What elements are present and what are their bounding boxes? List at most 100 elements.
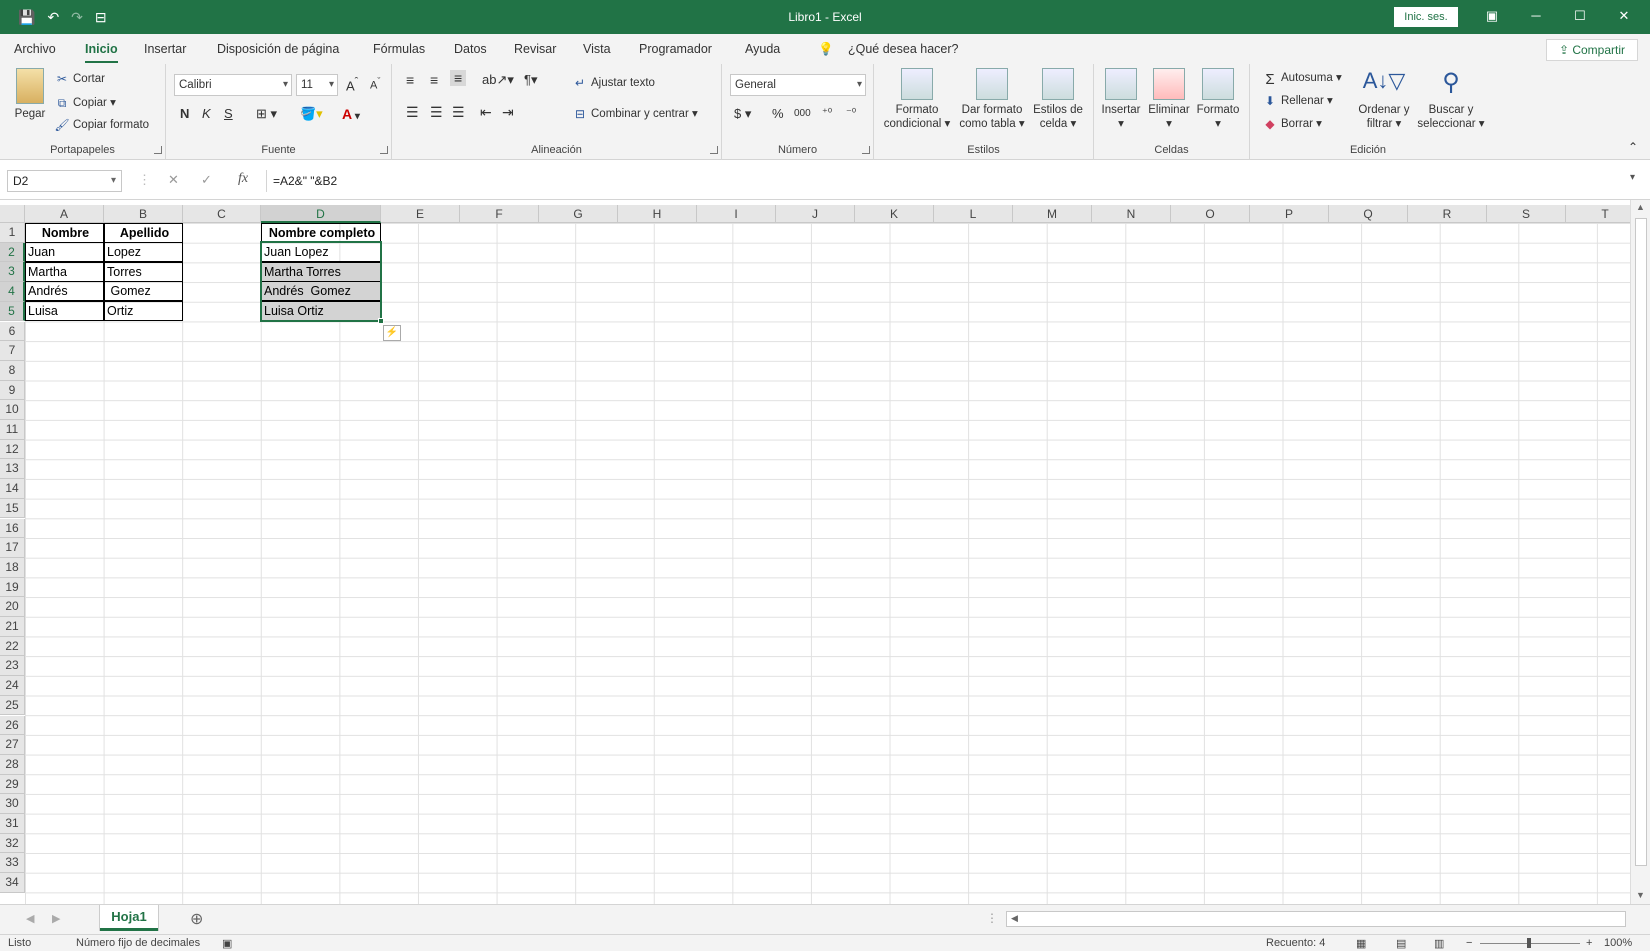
- borders-icon[interactable]: ⊞ ▾: [256, 106, 277, 122]
- row-header-27[interactable]: 27: [0, 735, 25, 755]
- maximize-icon[interactable]: ☐: [1558, 6, 1602, 26]
- column-header-a[interactable]: A: [25, 205, 104, 223]
- delete-cells-button[interactable]: Eliminar ▾: [1146, 68, 1192, 130]
- row-header-17[interactable]: 17: [0, 538, 25, 558]
- column-header-b[interactable]: B: [104, 205, 183, 223]
- tab-disposicion[interactable]: Disposición de página: [217, 42, 339, 56]
- row-header-32[interactable]: 32: [0, 833, 25, 854]
- autosum-button[interactable]: Σ Autosuma ▾: [1262, 70, 1341, 88]
- column-header-e[interactable]: E: [381, 205, 460, 223]
- align-bottom-icon[interactable]: ≡: [450, 70, 467, 86]
- cell-D1[interactable]: Nombre completo: [261, 223, 381, 243]
- close-icon[interactable]: ✕: [1602, 6, 1646, 26]
- row-header-7[interactable]: 7: [0, 341, 25, 361]
- merge-center-button[interactable]: ⊟ Combinar y centrar ▾: [572, 106, 698, 121]
- column-header-q[interactable]: Q: [1329, 205, 1408, 223]
- grow-font-icon[interactable]: Aˆ: [346, 76, 358, 93]
- dialog-launcher-icon[interactable]: [380, 146, 388, 154]
- row-header-5[interactable]: 5: [0, 301, 25, 322]
- font-color-icon[interactable]: A ▾: [342, 106, 360, 122]
- row-header-24[interactable]: 24: [0, 676, 25, 696]
- row-header-19[interactable]: 19: [0, 577, 25, 598]
- sign-in-button[interactable]: Inic. ses.: [1394, 7, 1458, 27]
- select-all-corner[interactable]: [0, 205, 25, 223]
- conditional-format-button[interactable]: Formato condicional ▾: [880, 68, 954, 130]
- font-name-select[interactable]: Calibri: [174, 74, 292, 96]
- collapse-ribbon-icon[interactable]: ⌃: [1628, 140, 1638, 154]
- minimize-icon[interactable]: ─: [1514, 6, 1558, 26]
- name-box[interactable]: D2: [7, 170, 122, 192]
- tab-formulas[interactable]: Fórmulas: [373, 42, 425, 56]
- row-header-2[interactable]: 2: [0, 242, 25, 263]
- sort-filter-button[interactable]: A↓▽ Ordenar y filtrar ▾: [1354, 68, 1414, 130]
- split-handle-icon[interactable]: ⋮: [986, 911, 998, 925]
- tab-inicio[interactable]: Inicio: [85, 42, 118, 63]
- formula-input[interactable]: =A2&" "&B2: [266, 170, 1642, 192]
- column-header-h[interactable]: H: [618, 205, 697, 223]
- scroll-up-icon[interactable]: ▲: [1636, 202, 1645, 212]
- zoom-level[interactable]: 100%: [1604, 937, 1632, 949]
- number-format-select[interactable]: General: [730, 74, 866, 96]
- row-header-30[interactable]: 30: [0, 794, 25, 814]
- column-header-j[interactable]: J: [776, 205, 855, 223]
- column-header-k[interactable]: K: [855, 205, 934, 223]
- increase-indent-icon[interactable]: ⇥: [502, 104, 514, 121]
- row-header-12[interactable]: 12: [0, 439, 25, 460]
- dialog-launcher-icon[interactable]: [154, 146, 162, 154]
- zoom-out-icon[interactable]: −: [1466, 937, 1472, 949]
- currency-button[interactable]: $ ▾: [734, 106, 751, 122]
- row-header-3[interactable]: 3: [0, 262, 25, 283]
- row-header-34[interactable]: 34: [0, 873, 25, 893]
- row-header-1[interactable]: 1: [0, 223, 25, 243]
- next-sheet-icon[interactable]: ▶: [52, 912, 60, 925]
- column-header-r[interactable]: R: [1408, 205, 1487, 223]
- tab-programador[interactable]: Programador: [639, 42, 712, 56]
- cell-styles-button[interactable]: Estilos de celda ▾: [1030, 68, 1086, 130]
- cell-B1[interactable]: Apellido: [104, 223, 183, 243]
- tab-datos[interactable]: Datos: [454, 42, 487, 56]
- thousands-button[interactable]: 000: [794, 108, 811, 119]
- column-header-l[interactable]: L: [934, 205, 1013, 223]
- column-header-p[interactable]: P: [1250, 205, 1329, 223]
- column-header-f[interactable]: F: [460, 205, 539, 223]
- dialog-launcher-icon[interactable]: [862, 146, 870, 154]
- enter-icon[interactable]: ✓: [201, 172, 212, 188]
- dialog-launcher-icon[interactable]: [710, 146, 718, 154]
- row-header-22[interactable]: 22: [0, 636, 25, 657]
- tab-insertar[interactable]: Insertar: [144, 42, 186, 56]
- ribbon-display-icon[interactable]: ▣: [1470, 6, 1514, 26]
- scroll-left-icon[interactable]: ◀: [1011, 913, 1018, 924]
- shrink-font-icon[interactable]: Aˇ: [370, 76, 380, 92]
- tell-me-search[interactable]: ¿Qué desea hacer?: [848, 42, 959, 56]
- copy-button[interactable]: ⧉ Copiar ▾: [54, 95, 116, 110]
- cut-button[interactable]: ✂ Cortar: [54, 72, 105, 86]
- increase-decimal-icon[interactable]: ⁺⁰: [822, 106, 832, 119]
- paste-button[interactable]: Pegar: [10, 68, 50, 120]
- macro-record-icon[interactable]: ▣: [222, 937, 232, 950]
- vertical-scroll-thumb[interactable]: [1635, 218, 1647, 866]
- column-header-o[interactable]: O: [1171, 205, 1250, 223]
- tab-revisar[interactable]: Revisar: [514, 42, 556, 56]
- worksheet-grid[interactable]: ABCDEFGHIJKLMNOPQRST 1 2 3 4 5 6 7 8 9 10 11 12 13 14…: [0, 200, 1650, 904]
- row-header-33[interactable]: 33: [0, 853, 25, 874]
- font-size-select[interactable]: 11: [296, 74, 338, 96]
- insert-function-icon[interactable]: fx: [238, 171, 248, 187]
- underline-button[interactable]: S: [224, 106, 233, 121]
- column-header-i[interactable]: I: [697, 205, 776, 223]
- find-select-button[interactable]: ⚲ Buscar y seleccionar ▾: [1416, 68, 1486, 130]
- prev-sheet-icon[interactable]: ◀: [26, 912, 34, 925]
- tab-vista[interactable]: Vista: [583, 42, 611, 56]
- row-header-10[interactable]: 10: [0, 400, 25, 420]
- align-top-icon[interactable]: ≡: [406, 72, 414, 88]
- column-header-m[interactable]: M: [1013, 205, 1092, 223]
- row-header-14[interactable]: 14: [0, 479, 25, 499]
- add-sheet-icon[interactable]: ⊕: [190, 909, 203, 929]
- row-header-23[interactable]: 23: [0, 656, 25, 677]
- cell-A2[interactable]: Juan: [25, 242, 104, 262]
- cell-A5[interactable]: Luisa: [25, 301, 104, 321]
- row-header-29[interactable]: 29: [0, 774, 25, 795]
- row-header-13[interactable]: 13: [0, 459, 25, 480]
- row-header-15[interactable]: 15: [0, 498, 25, 519]
- decrease-decimal-icon[interactable]: ⁻⁰: [846, 106, 856, 119]
- sheet-tab-hoja1[interactable]: Hoja1: [100, 905, 158, 931]
